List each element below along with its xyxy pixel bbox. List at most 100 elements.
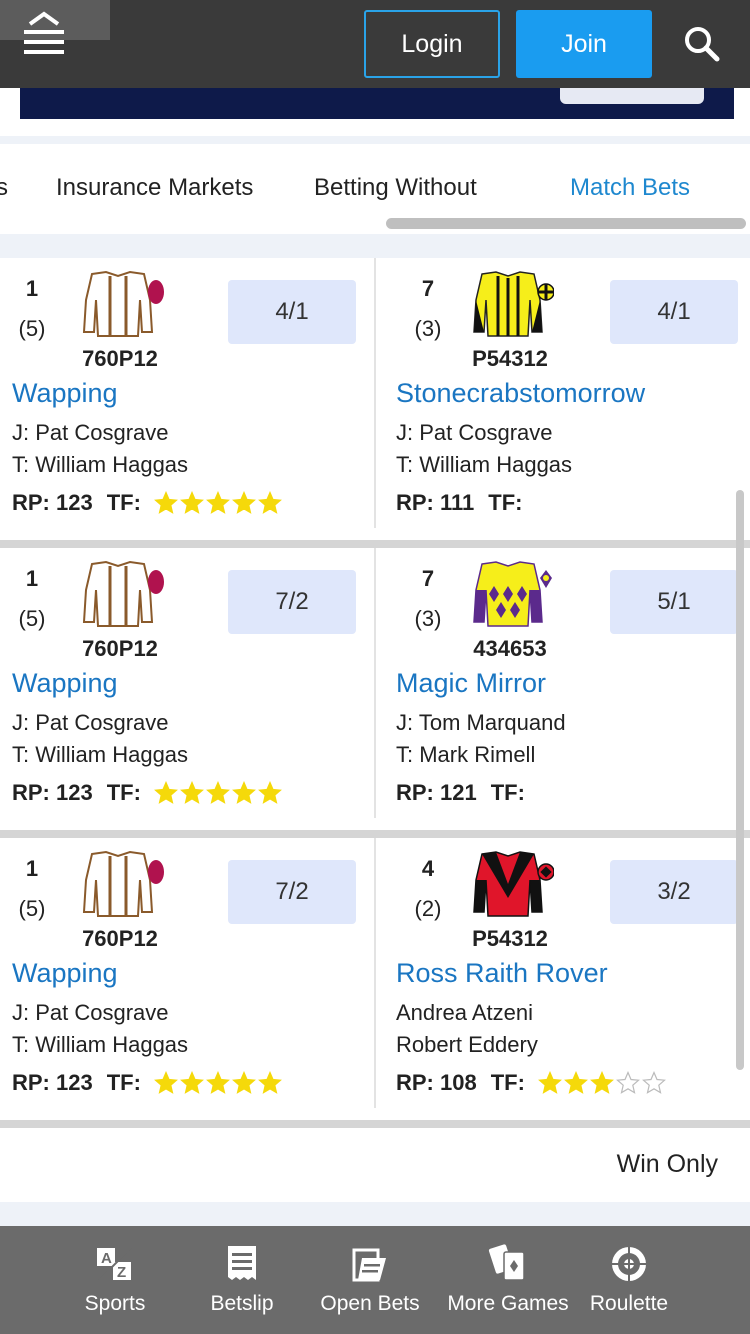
horse-name-link[interactable]: Wapping — [12, 378, 118, 409]
row-divider — [0, 830, 750, 838]
banner-button[interactable] — [560, 88, 704, 104]
rating-line: RP: 123 TF: — [12, 1070, 283, 1096]
win-only-label: Win Only — [616, 1150, 718, 1178]
runner-number: 7 — [421, 566, 435, 591]
promo-banner[interactable] — [20, 88, 734, 119]
runner-draw: (3) — [414, 316, 442, 341]
star-filled-icon — [537, 1071, 562, 1094]
tf-label: TF: — [106, 1070, 141, 1095]
star-filled-icon — [589, 1071, 614, 1094]
rating-line: RP: 111 TF: — [396, 490, 522, 516]
rp-rating: RP: 123 — [12, 780, 93, 805]
jockey-label: Andrea Atzeni — [396, 1000, 533, 1025]
star-filled-icon — [257, 1071, 282, 1094]
odds-button[interactable]: 4/1 — [610, 280, 738, 344]
jockey-label: J: Tom Marquand — [396, 710, 566, 735]
jockey-silk-icon — [72, 270, 164, 340]
runner-number: 7 — [421, 276, 435, 301]
nav-sports[interactable]: A Z Sports — [60, 1226, 170, 1334]
runner-number: 1 — [25, 276, 39, 301]
odds-button[interactable]: 3/2 — [610, 860, 738, 924]
join-button[interactable]: Join — [516, 10, 652, 78]
runner-form: 434653 — [473, 636, 547, 661]
tab-betting-without[interactable]: Betting Without — [314, 174, 477, 202]
tf-star-rating — [153, 1071, 283, 1095]
nav-open-bets[interactable]: Open Bets — [310, 1226, 430, 1334]
runner-number: 1 — [25, 566, 39, 591]
tf-label: TF: — [490, 1070, 525, 1095]
nav-more-games[interactable]: More Games — [438, 1226, 578, 1334]
nav-label: Open Bets — [320, 1292, 420, 1315]
runner-number: 1 — [25, 856, 39, 881]
runner-draw: (3) — [414, 606, 442, 631]
search-icon[interactable] — [684, 26, 720, 62]
star-filled-icon — [231, 1071, 256, 1094]
roulette-icon — [612, 1247, 646, 1281]
jockey-silk-icon — [462, 850, 555, 920]
tabs-scrollbar[interactable] — [386, 218, 746, 229]
rating-line: RP: 123 TF: — [12, 780, 283, 806]
jockey-silk-icon — [462, 270, 555, 340]
tab-previous[interactable]: s — [0, 174, 8, 202]
nav-label: More Games — [447, 1292, 569, 1315]
row-divider — [0, 1120, 750, 1128]
login-button[interactable]: Login — [364, 10, 500, 78]
star-filled-icon — [205, 1071, 230, 1094]
rp-rating: RP: 123 — [12, 490, 93, 515]
star-filled-icon — [179, 491, 204, 514]
tf-label: TF: — [106, 490, 141, 515]
odds-button[interactable]: 5/1 — [610, 570, 738, 634]
trainer-label: T: William Haggas — [12, 452, 189, 477]
runner-form: 760P12 — [82, 926, 158, 951]
hamburger-menu-icon[interactable] — [22, 10, 66, 62]
tab-insurance-markets[interactable]: Insurance Markets — [56, 174, 253, 202]
nav-betslip[interactable]: Betslip — [192, 1226, 292, 1334]
horse-name-link[interactable]: Ross Raith Rover — [396, 958, 608, 989]
runner-draw: (5) — [18, 896, 46, 921]
row-divider — [0, 540, 750, 548]
nav-label: Roulette — [589, 1292, 669, 1315]
runner-form: 760P12 — [82, 346, 158, 371]
vertical-scrollbar[interactable] — [736, 490, 744, 1070]
nav-label: Sports — [84, 1292, 146, 1315]
betslip-icon — [228, 1246, 256, 1280]
svg-text:Z: Z — [117, 1264, 126, 1281]
star-filled-icon — [231, 491, 256, 514]
horse-name-link[interactable]: Wapping — [12, 958, 118, 989]
market-footer: Win Only — [0, 1128, 750, 1202]
horse-name-link[interactable]: Stonecrabstomorrow — [396, 378, 645, 409]
odds-button[interactable]: 4/1 — [228, 280, 356, 344]
horse-name-link[interactable]: Wapping — [12, 668, 118, 699]
tab-match-bets[interactable]: Match Bets — [570, 174, 690, 202]
trainer-label: T: William Haggas — [396, 452, 573, 477]
star-empty-icon — [615, 1071, 640, 1094]
trainer-label: Robert Eddery — [396, 1032, 538, 1057]
star-empty-icon — [641, 1071, 666, 1094]
rp-rating: RP: 123 — [12, 1070, 93, 1095]
runner-card-right: 7 (3) P54312 4/1 Stonecrabstomorrow J: Pat C… — [384, 258, 750, 538]
runner-draw: (2) — [414, 896, 442, 921]
jockey-silk-icon — [72, 560, 164, 630]
tf-star-rating — [537, 1071, 667, 1095]
odds-button[interactable]: 7/2 — [228, 570, 356, 634]
runner-card-right: 7 (3) 434653 5/1 Magic Mirror J: Tom Marquan… — [384, 548, 750, 828]
tf-label: TF: — [106, 780, 141, 805]
trainer-label: T: William Haggas — [12, 1032, 189, 1057]
tf-label: TF: — [488, 490, 523, 515]
match-bet-row: 1 (5) 760P12 4/1 Wapping J: Pat Cosgrave T: W… — [0, 258, 750, 538]
tf-star-rating — [153, 781, 283, 805]
separator — [0, 136, 750, 144]
tf-star-rating — [153, 491, 283, 515]
tf-label: TF: — [490, 780, 525, 805]
jockey-silk-icon — [72, 850, 164, 920]
jockey-label: J: Pat Cosgrave — [12, 1000, 169, 1025]
svg-text:A: A — [101, 1250, 112, 1267]
nav-roulette[interactable]: Roulette — [582, 1226, 676, 1334]
rating-line: RP: 108 TF: — [396, 1070, 667, 1096]
trainer-label: T: Mark Rimell — [396, 742, 536, 767]
horse-name-link[interactable]: Magic Mirror — [396, 668, 546, 699]
odds-button[interactable]: 7/2 — [228, 860, 356, 924]
column-divider — [374, 838, 376, 1108]
star-filled-icon — [205, 781, 230, 804]
runner-draw: (5) — [18, 316, 46, 341]
